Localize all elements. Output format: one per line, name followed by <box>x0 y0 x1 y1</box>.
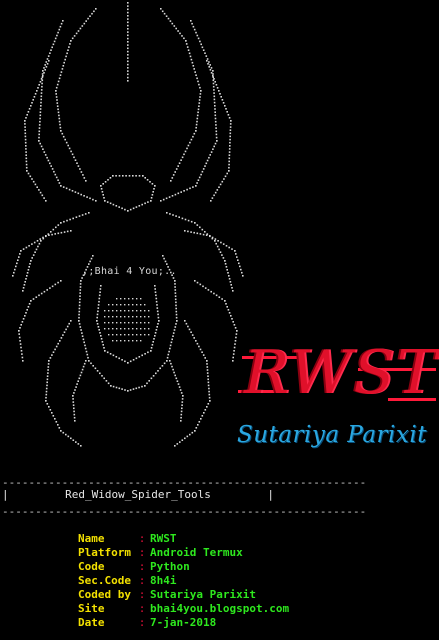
info-value: RWST <box>150 532 177 545</box>
info-row: Coded by : Sutariya Parixit <box>78 588 289 602</box>
info-value: Sutariya Parixit <box>150 588 256 601</box>
info-row: Code : Python <box>78 560 289 574</box>
info-value: bhai4you.blogspot.com <box>150 602 290 615</box>
info-key: Coded by <box>78 588 131 601</box>
info-separator: : <box>138 574 146 587</box>
info-key: Platform <box>78 546 131 559</box>
info-row: Sec.Code : 8h4i <box>78 574 289 588</box>
info-key: Sec.Code <box>78 574 131 587</box>
terminal-window: ,;Bhai 4 You;.. RWST Sutariya Parixit --… <box>0 0 439 640</box>
info-key: Site <box>78 602 105 615</box>
info-row: Name : RWST <box>78 532 289 546</box>
info-separator: : <box>138 616 146 629</box>
info-row: Date : 7-jan-2018 <box>78 616 289 630</box>
info-separator: : <box>138 588 146 601</box>
info-key: Date <box>78 616 105 629</box>
info-key: Name <box>78 532 105 545</box>
logo-text: RWST <box>244 338 439 408</box>
info-separator: : <box>138 560 146 573</box>
info-row: Platform : Android Termux <box>78 546 289 560</box>
info-separator: : <box>138 546 146 559</box>
logo-subtitle: Sutariya Parixit <box>237 422 427 448</box>
tool-info: Name : RWST Platform : Android Termux Co… <box>78 532 289 630</box>
rwst-logo: RWST <box>238 338 438 418</box>
banner-right-bar: | <box>267 488 274 501</box>
divider-bottom: ----------------------------------------… <box>2 505 367 518</box>
spider-ascii-art <box>12 2 244 447</box>
info-row: Site : bhai4you.blogspot.com <box>78 602 289 616</box>
banner-title: Red_Widow_Spider_Tools <box>65 488 211 501</box>
info-value: Python <box>150 560 190 573</box>
info-separator: : <box>138 532 146 545</box>
info-value: 8h4i <box>150 574 177 587</box>
art-caption: ,;Bhai 4 You;.. <box>82 266 177 277</box>
info-separator: : <box>138 602 146 615</box>
info-value: 7-jan-2018 <box>150 616 217 629</box>
info-value: Android Termux <box>150 546 243 559</box>
info-key: Code <box>78 560 105 573</box>
